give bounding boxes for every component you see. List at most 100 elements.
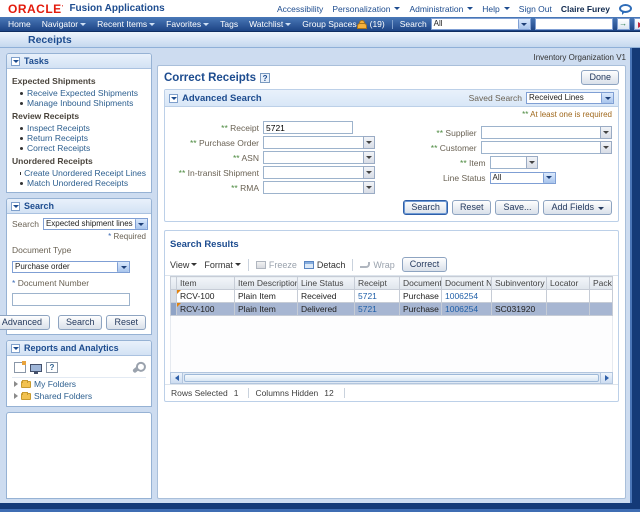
task-link-manage-inbound-shipments[interactable]: Manage Inbound Shipments	[12, 98, 146, 108]
task-link-receive-expected-shipments[interactable]: Receive Expected Shipments	[12, 88, 146, 98]
advanced-search-icon[interactable]	[634, 18, 640, 30]
collapse-icon[interactable]	[11, 57, 20, 66]
saved-search-select[interactable]: Received Lines	[526, 92, 614, 104]
link-accessibility[interactable]: Accessibility	[277, 4, 323, 14]
column-header-item-description[interactable]: Item Description	[235, 277, 298, 290]
chevron-down-icon[interactable]	[600, 141, 612, 154]
nav-watchlist[interactable]: Watchlist	[249, 19, 291, 29]
cell-item-description[interactable]: Plain Item	[235, 290, 298, 303]
chevron-down-icon[interactable]	[600, 126, 612, 139]
cell-locator[interactable]	[547, 303, 590, 316]
table-row-selected[interactable]: RCV-100 Plain Item Delivered 5721 Purcha…	[171, 303, 613, 316]
collapse-icon[interactable]	[11, 202, 20, 211]
cell-document-type[interactable]: Purchase order	[400, 303, 442, 316]
advanced-button[interactable]: Advanced	[0, 315, 50, 330]
asn-lov[interactable]	[263, 151, 375, 164]
in-transit-shipment-lov[interactable]	[263, 166, 375, 179]
catalog-icon[interactable]	[30, 364, 42, 372]
link-personalization[interactable]: Personalization	[332, 4, 400, 14]
format-menu[interactable]: Format	[204, 260, 241, 270]
nav-favorites[interactable]: Favorites	[166, 19, 209, 29]
cell-item[interactable]: RCV-100	[177, 303, 235, 316]
watchlist-badge[interactable]: (19)	[370, 19, 385, 29]
column-header-item[interactable]: Item	[177, 277, 235, 290]
folder-my-folders[interactable]: My Folders	[12, 378, 146, 390]
cell-line-status[interactable]: Received	[298, 290, 355, 303]
new-report-icon[interactable]	[14, 362, 26, 373]
scroll-right-icon[interactable]	[600, 373, 612, 383]
item-lov[interactable]	[490, 156, 538, 169]
column-header-receipt[interactable]: Receipt	[355, 277, 400, 290]
cell-item[interactable]: RCV-100	[177, 290, 235, 303]
chat-bubble-icon[interactable]	[619, 4, 632, 13]
expand-triangle-icon[interactable]	[14, 381, 18, 387]
cell-locator[interactable]	[547, 290, 590, 303]
column-header-subinventory[interactable]: Subinventory	[492, 277, 547, 290]
nav-home[interactable]: Home	[8, 19, 31, 29]
cell-document-number-link[interactable]: 1006254	[442, 303, 492, 316]
nav-navigator[interactable]: Navigator	[42, 19, 86, 29]
nav-recent-items[interactable]: Recent Items	[97, 19, 155, 29]
chevron-down-icon[interactable]	[117, 262, 129, 272]
reset-button[interactable]: Reset	[452, 200, 492, 215]
chevron-down-icon[interactable]	[526, 156, 538, 169]
collapse-icon[interactable]	[169, 94, 178, 103]
add-fields-button[interactable]: Add Fields	[543, 200, 612, 215]
chevron-down-icon[interactable]	[135, 219, 147, 229]
search-type-select[interactable]: Expected shipment lines	[43, 218, 148, 230]
chevron-down-icon[interactable]	[363, 136, 375, 149]
rma-lov[interactable]	[263, 181, 375, 194]
link-help[interactable]: Help	[482, 4, 509, 14]
receipt-input[interactable]	[263, 121, 353, 134]
chevron-down-icon[interactable]	[518, 19, 530, 29]
column-header-document-number[interactable]: Document Number	[442, 277, 492, 290]
document-number-input[interactable]	[12, 293, 130, 306]
search-scope-select[interactable]: All	[431, 18, 531, 30]
correct-button[interactable]: Correct	[402, 257, 448, 272]
link-sign-out[interactable]: Sign Out	[519, 4, 552, 14]
horizontal-scrollbar[interactable]	[170, 372, 613, 384]
column-header-locator[interactable]: Locator	[547, 277, 590, 290]
purchase-order-lov[interactable]	[263, 136, 375, 149]
done-button[interactable]: Done	[581, 70, 619, 85]
chevron-down-icon[interactable]	[601, 93, 613, 103]
sidebar-search-button[interactable]: Search	[58, 315, 103, 330]
column-header-document-type[interactable]: Document Type	[400, 277, 442, 290]
global-search-input[interactable]	[535, 18, 613, 30]
view-menu[interactable]: View	[170, 260, 197, 270]
table-row[interactable]: RCV-100 Plain Item Received 5721 Purchas…	[171, 290, 613, 303]
cell-subinventory[interactable]	[492, 290, 547, 303]
task-link-return-receipts[interactable]: Return Receipts	[12, 133, 146, 143]
scrollbar-thumb[interactable]	[184, 374, 599, 382]
nav-group-spaces[interactable]: Group Spaces	[302, 19, 356, 29]
save-button[interactable]: Save...	[495, 200, 539, 215]
customer-lov[interactable]	[481, 141, 612, 154]
scroll-left-icon[interactable]	[171, 373, 183, 383]
cell-document-number-link[interactable]: 1006254	[442, 290, 492, 303]
task-link-create-unordered-receipt-lines[interactable]: Create Unordered Receipt Lines	[12, 168, 146, 178]
task-link-correct-receipts[interactable]: Correct Receipts	[12, 143, 146, 153]
cell-document-type[interactable]: Purchase order	[400, 290, 442, 303]
line-status-select[interactable]: All	[490, 172, 556, 184]
folder-shared-folders[interactable]: Shared Folders	[12, 390, 146, 402]
person-icon[interactable]	[357, 20, 366, 29]
chevron-down-icon[interactable]	[363, 181, 375, 194]
cell-line-status[interactable]: Delivered	[298, 303, 355, 316]
cell-receipt-link[interactable]: 5721	[355, 290, 400, 303]
task-link-inspect-receipts[interactable]: Inspect Receipts	[12, 123, 146, 133]
task-link-match-unordered-receipts[interactable]: Match Unordered Receipts	[12, 178, 146, 188]
cell-packing[interactable]	[590, 290, 613, 303]
supplier-lov[interactable]	[481, 126, 612, 139]
expand-triangle-icon[interactable]	[14, 393, 18, 399]
link-administration[interactable]: Administration	[409, 4, 473, 14]
help-icon[interactable]: ?	[260, 73, 270, 83]
go-arrow-icon[interactable]: →	[617, 18, 630, 30]
column-header-line-status[interactable]: Line Status	[298, 277, 355, 290]
detach-button[interactable]: Detach	[304, 260, 346, 270]
cell-item-description[interactable]: Plain Item	[235, 303, 298, 316]
chevron-down-icon[interactable]	[363, 166, 375, 179]
collapse-icon[interactable]	[11, 344, 20, 353]
cell-receipt-link[interactable]: 5721	[355, 303, 400, 316]
chevron-down-icon[interactable]	[543, 173, 555, 183]
cell-subinventory[interactable]: SC031920	[492, 303, 547, 316]
